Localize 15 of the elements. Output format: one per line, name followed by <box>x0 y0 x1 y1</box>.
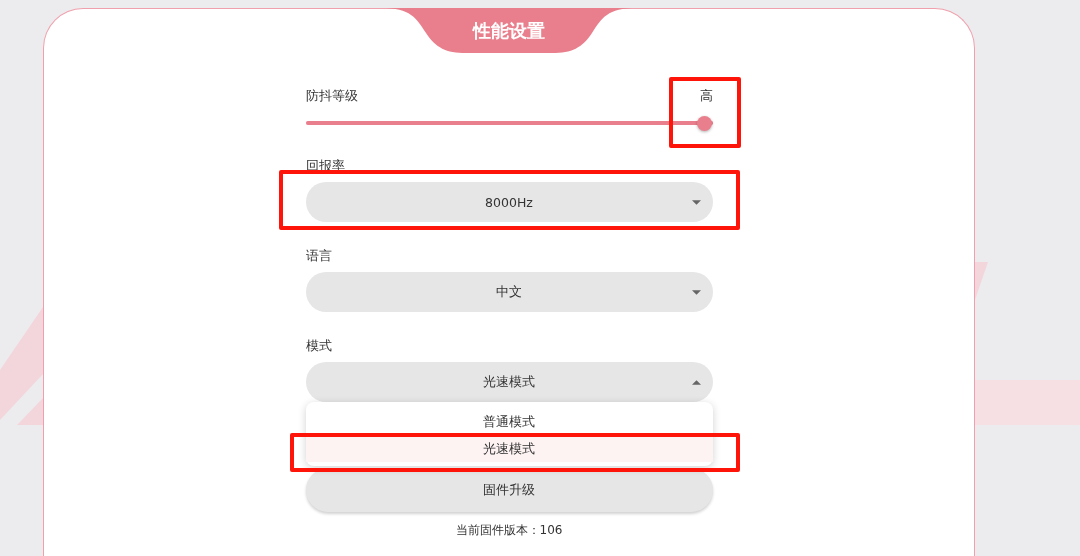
field-label: 语言 <box>305 248 333 264</box>
version-text: 当前固件版本：106 <box>454 522 564 539</box>
dropdown[interactable]: 光速模式 <box>305 362 713 402</box>
caret-icon <box>691 380 701 385</box>
caret-icon <box>691 200 701 205</box>
caret-icon <box>691 290 701 295</box>
field-label: 防抖等级 <box>305 88 358 104</box>
menu-item[interactable]: 普通模式 <box>305 408 713 435</box>
menu-item[interactable]: 光速模式 <box>305 435 713 462</box>
slider[interactable] <box>305 115 713 131</box>
dropdown[interactable]: 中文 <box>305 272 713 312</box>
slider-value: 高 <box>699 88 713 104</box>
field-label: 模式 <box>305 338 333 354</box>
dropdown[interactable]: 8000Hz <box>305 182 713 222</box>
slider-thumb[interactable] <box>696 115 712 131</box>
